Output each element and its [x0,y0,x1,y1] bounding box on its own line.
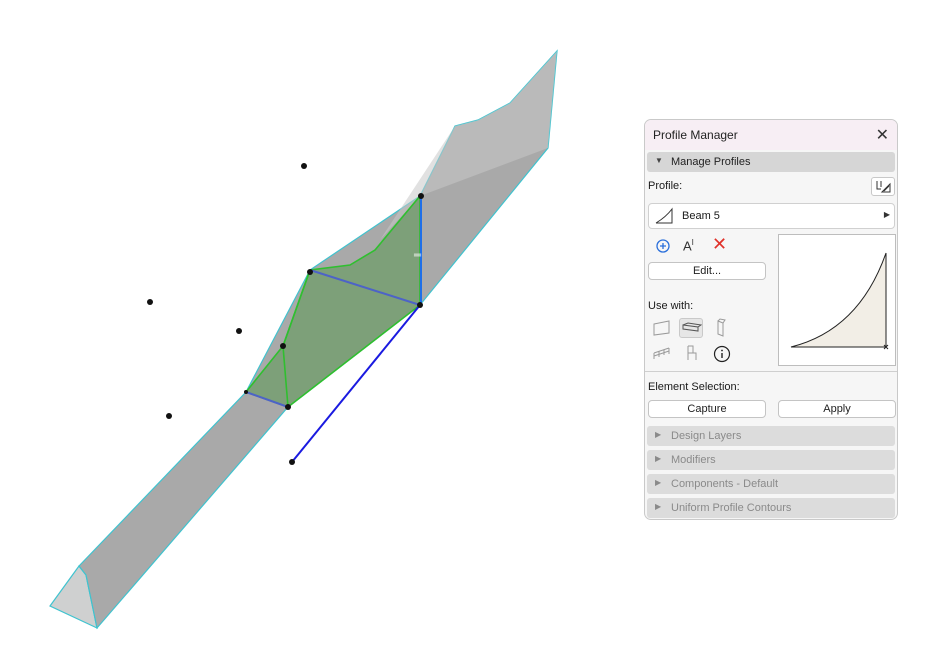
profile-name: Beam 5 [682,210,720,222]
railing-icon[interactable] [652,345,672,361]
section-label: Modifiers [671,454,716,466]
selected-segment[interactable] [244,193,421,408]
section-label: Design Layers [671,430,742,442]
hotspot[interactable] [418,193,424,199]
hotspot[interactable] [166,413,172,419]
hotspot[interactable] [417,302,423,308]
hotspot[interactable] [307,269,313,275]
object-icon[interactable] [685,344,699,362]
hotspot[interactable] [236,328,242,334]
profile-preview [778,234,896,366]
profile-options-icon[interactable] [871,177,895,196]
cursor-mark: ═ [413,250,422,261]
panel-titlebar[interactable]: Profile Manager ✕ [645,120,897,150]
close-icon[interactable]: ✕ [876,125,889,145]
edit-button[interactable]: Edit... [648,262,766,280]
info-icon[interactable] [713,345,731,363]
hotspot[interactable] [280,343,286,349]
hotspot[interactable] [289,459,295,465]
collapsed-triangle-icon: ▶ [655,502,662,511]
profile-manager-panel: Profile Manager ✕ ▼ Manage Profiles Prof… [644,119,898,520]
collapsed-triangle-icon: ▶ [655,430,662,439]
manage-profiles-header[interactable]: ▼ Manage Profiles [647,152,895,172]
hotspot[interactable] [147,299,153,305]
element-selection-label: Element Selection: [648,381,740,393]
section-label: Uniform Profile Contours [671,502,792,514]
beam-icon[interactable] [679,318,703,338]
divider [645,371,897,372]
uniform-profile-contours-header[interactable]: ▶ Uniform Profile Contours [647,498,895,518]
hotspot[interactable] [301,163,307,169]
wall-icon[interactable] [652,319,672,337]
delete-icon[interactable]: ✕ [712,234,727,255]
design-layers-header[interactable]: ▶ Design Layers [647,426,895,446]
hotspot[interactable] [285,404,291,410]
manage-profiles-label: Manage Profiles [671,156,751,168]
panel-title: Profile Manager [653,128,738,142]
collapsed-triangle-icon: ▶ [655,478,662,487]
use-with-label: Use with: [648,300,694,312]
modifiers-header[interactable]: ▶ Modifiers [647,450,895,470]
profile-dropdown[interactable]: Beam 5 ▶ [648,203,895,229]
hotspot[interactable] [244,390,248,394]
section-label: Components - Default [671,478,778,490]
components-header[interactable]: ▶ Components - Default [647,474,895,494]
apply-button[interactable]: Apply [778,400,896,418]
collapsed-triangle-icon: ▶ [655,454,662,463]
chevron-right-icon: ▶ [883,210,890,219]
add-profile-icon[interactable] [655,238,671,254]
column-icon[interactable] [715,318,727,338]
rename-icon[interactable]: AI [683,238,694,253]
expanded-triangle-icon: ▼ [655,156,663,165]
profile-label: Profile: [648,180,683,192]
beam-profile-icon [655,207,673,224]
capture-button[interactable]: Capture [648,400,766,418]
